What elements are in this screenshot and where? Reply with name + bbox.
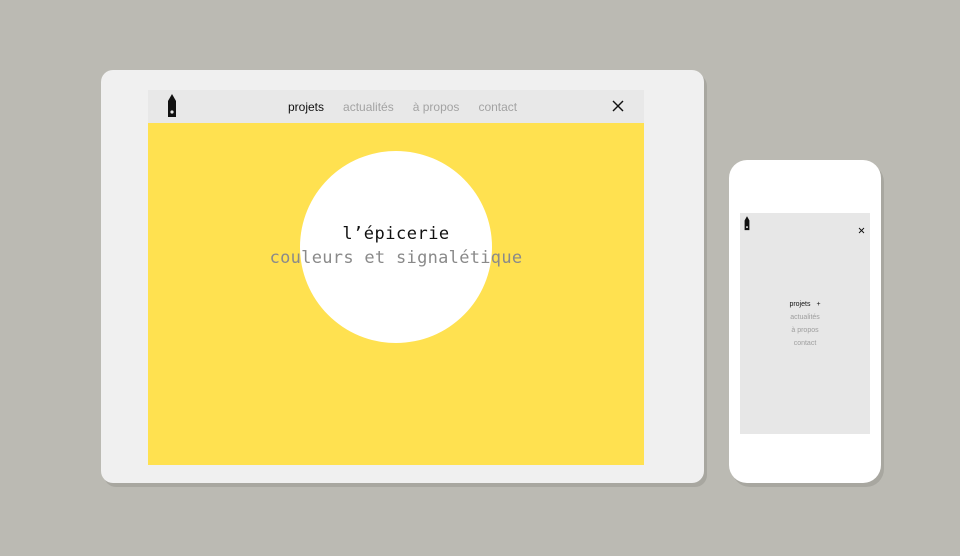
phone-menu-item-projets[interactable]: projets + (789, 299, 820, 310)
nav-item-a-propos[interactable]: à propos (413, 100, 460, 114)
phone-menu-item-actualites[interactable]: actualités (790, 312, 820, 323)
tablet-mockup: projets actualités à propos contact l’ép… (101, 70, 704, 483)
top-navigation: projets actualités à propos contact (148, 90, 644, 123)
nav-item-actualites[interactable]: actualités (343, 100, 394, 114)
tablet-screen: projets actualités à propos contact l’ép… (148, 90, 644, 465)
nav-item-contact[interactable]: contact (478, 100, 517, 114)
plus-icon[interactable]: + (816, 301, 820, 308)
phone-screen: projets + actualités à propos contact (740, 213, 870, 434)
project-subtitle: couleurs et signalétique (269, 248, 523, 268)
project-title[interactable]: l’épicerie (148, 224, 644, 244)
nav-links: projets actualités à propos contact (288, 90, 517, 123)
close-icon[interactable] (611, 99, 625, 113)
nav-item-projets[interactable]: projets (288, 100, 324, 114)
phone-menu-label: projets (789, 301, 811, 308)
close-icon[interactable] (858, 221, 865, 234)
phone-mockup: projets + actualités à propos contact (729, 160, 881, 483)
phone-menu-item-a-propos[interactable]: à propos (791, 325, 818, 336)
phone-menu: projets + actualités à propos contact (740, 299, 870, 349)
phone-menu-item-contact[interactable]: contact (794, 338, 817, 349)
hero-circle (300, 151, 492, 343)
pen-tower-logo-icon[interactable] (167, 94, 177, 123)
pen-tower-logo-icon[interactable] (744, 216, 750, 236)
